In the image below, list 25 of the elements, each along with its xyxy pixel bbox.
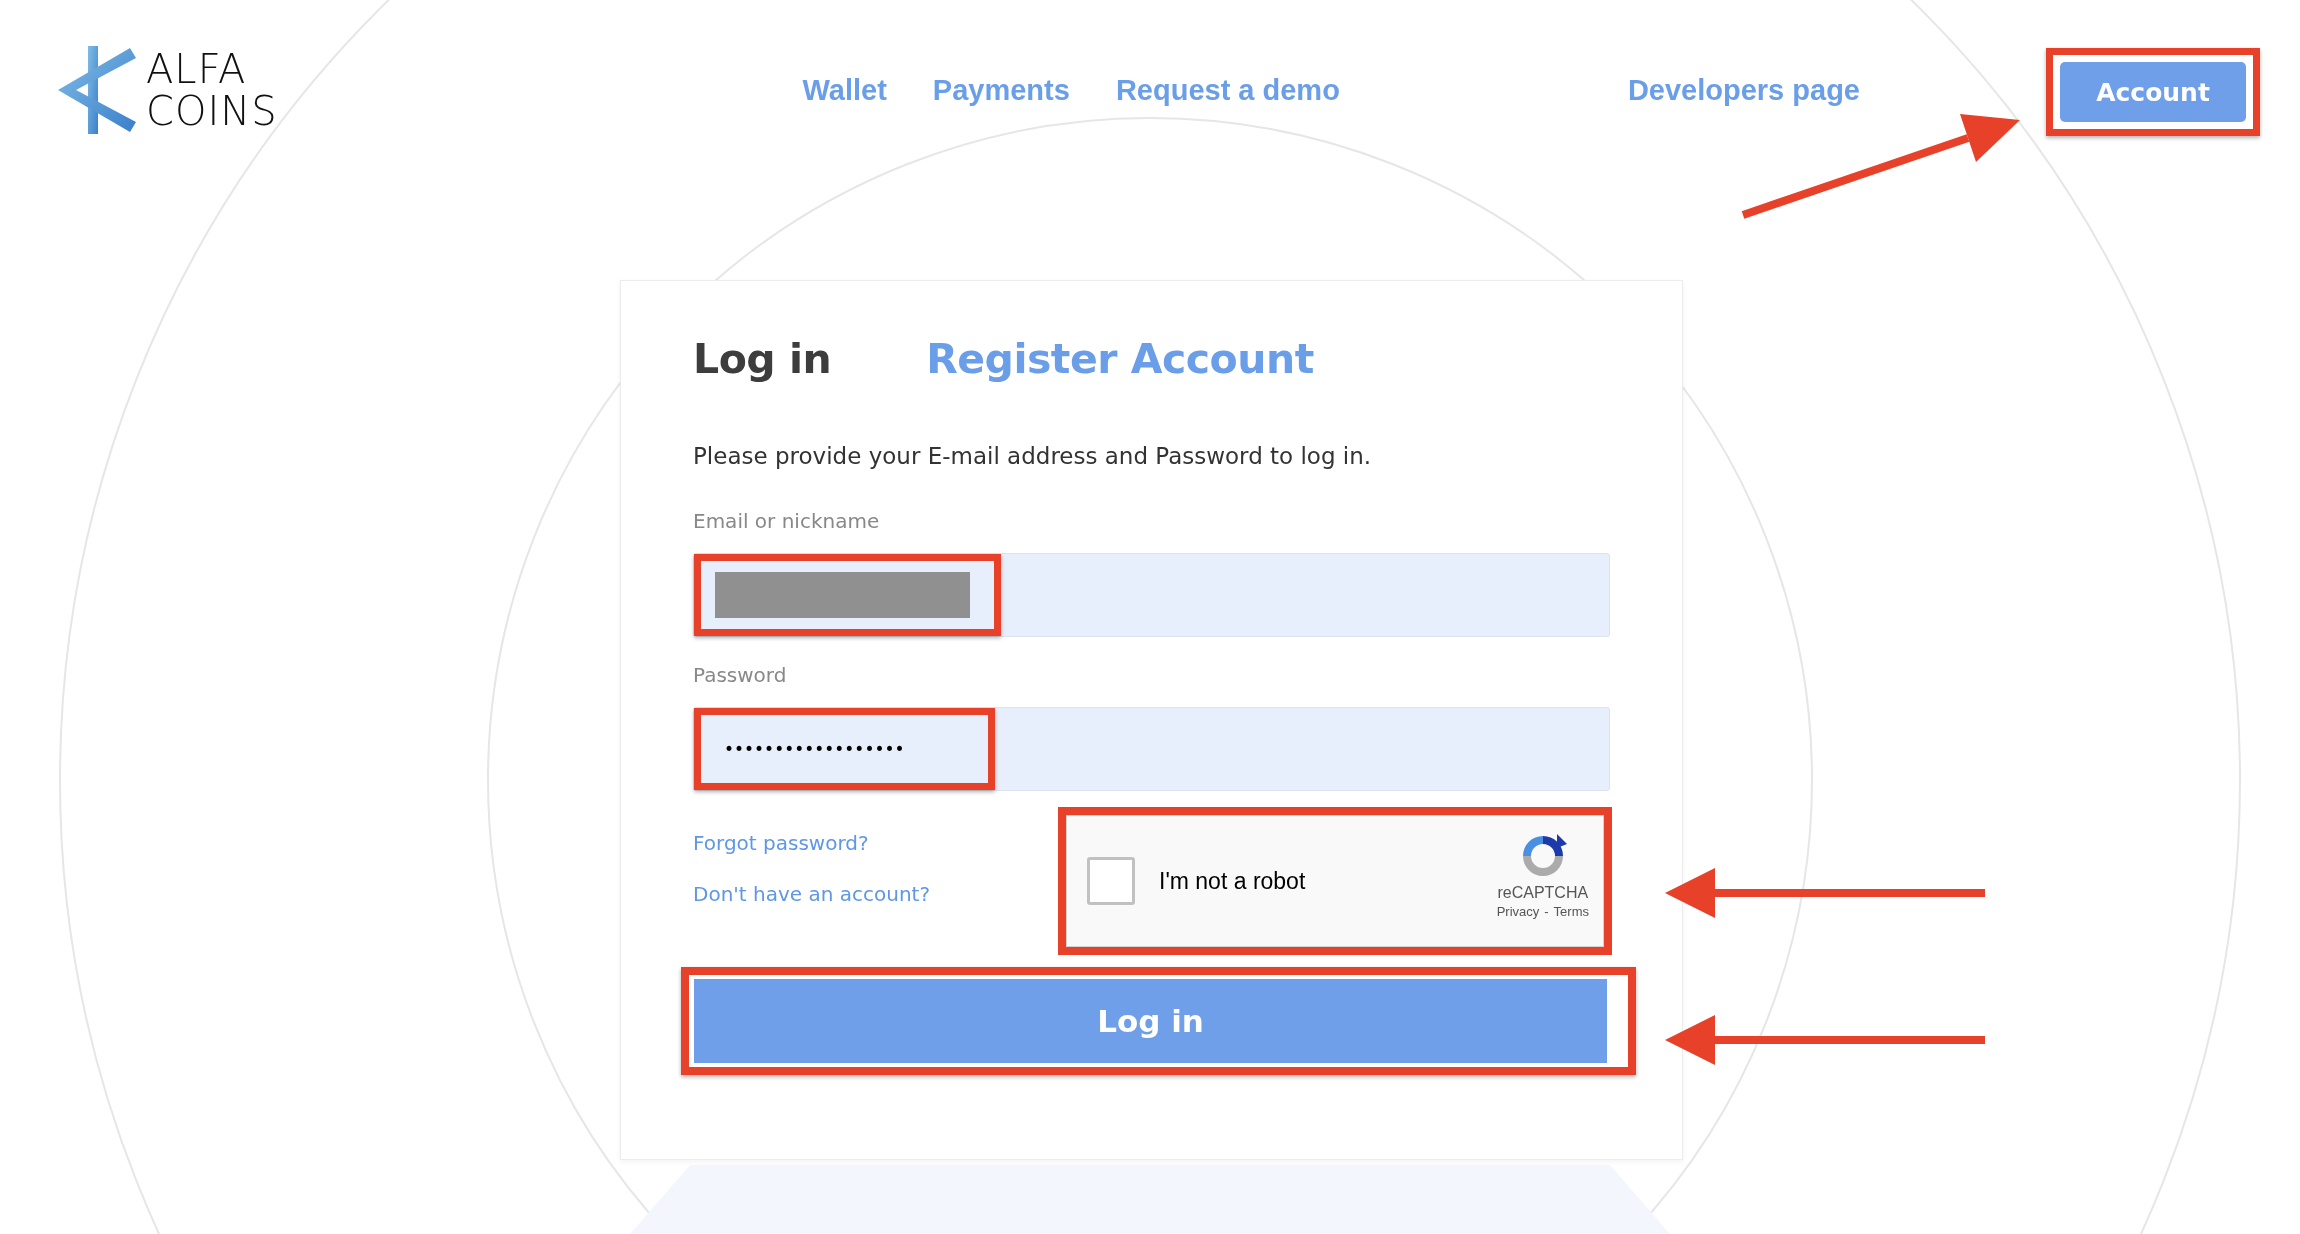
field-label: Password bbox=[693, 663, 788, 687]
nav-link[interactable]: Request a demo bbox=[1115, 73, 1340, 107]
link[interactable]: Terms bbox=[1553, 904, 1589, 919]
checkbox-label: I'm not a robot bbox=[1159, 867, 1306, 895]
login-button[interactable]: Log in bbox=[692, 977, 1609, 1065]
instruction-text: Please provide your E-mail address and Password to log in. bbox=[693, 443, 1373, 469]
nav-link[interactable]: Payments bbox=[932, 73, 1070, 107]
account-button[interactable]: Account bbox=[2060, 62, 2246, 122]
password-field[interactable]: •••••••••••••••••• bbox=[693, 707, 1610, 791]
field-label: Email or nickname bbox=[693, 509, 881, 533]
link[interactable]: Privacy bbox=[1496, 904, 1540, 919]
checkbox[interactable] bbox=[1087, 857, 1135, 905]
nav-link[interactable]: Wallet bbox=[802, 73, 887, 107]
logo-text: COINS bbox=[146, 90, 278, 132]
link[interactable]: Forgot password? bbox=[693, 831, 1066, 855]
logo-icon bbox=[58, 46, 138, 134]
tab[interactable]: Log in bbox=[693, 335, 832, 383]
tab[interactable]: Register Account bbox=[926, 335, 1314, 383]
email-field[interactable] bbox=[693, 553, 1610, 637]
password-dots: •••••••••••••••••• bbox=[724, 739, 905, 759]
link[interactable]: Don't have an account? bbox=[693, 882, 1066, 906]
nav-link[interactable]: Developers page bbox=[1627, 73, 1860, 107]
logo-text: ALFA bbox=[146, 48, 248, 90]
captcha-brand: reCAPTCHA bbox=[1497, 884, 1589, 902]
separator-text: - bbox=[1544, 904, 1549, 919]
